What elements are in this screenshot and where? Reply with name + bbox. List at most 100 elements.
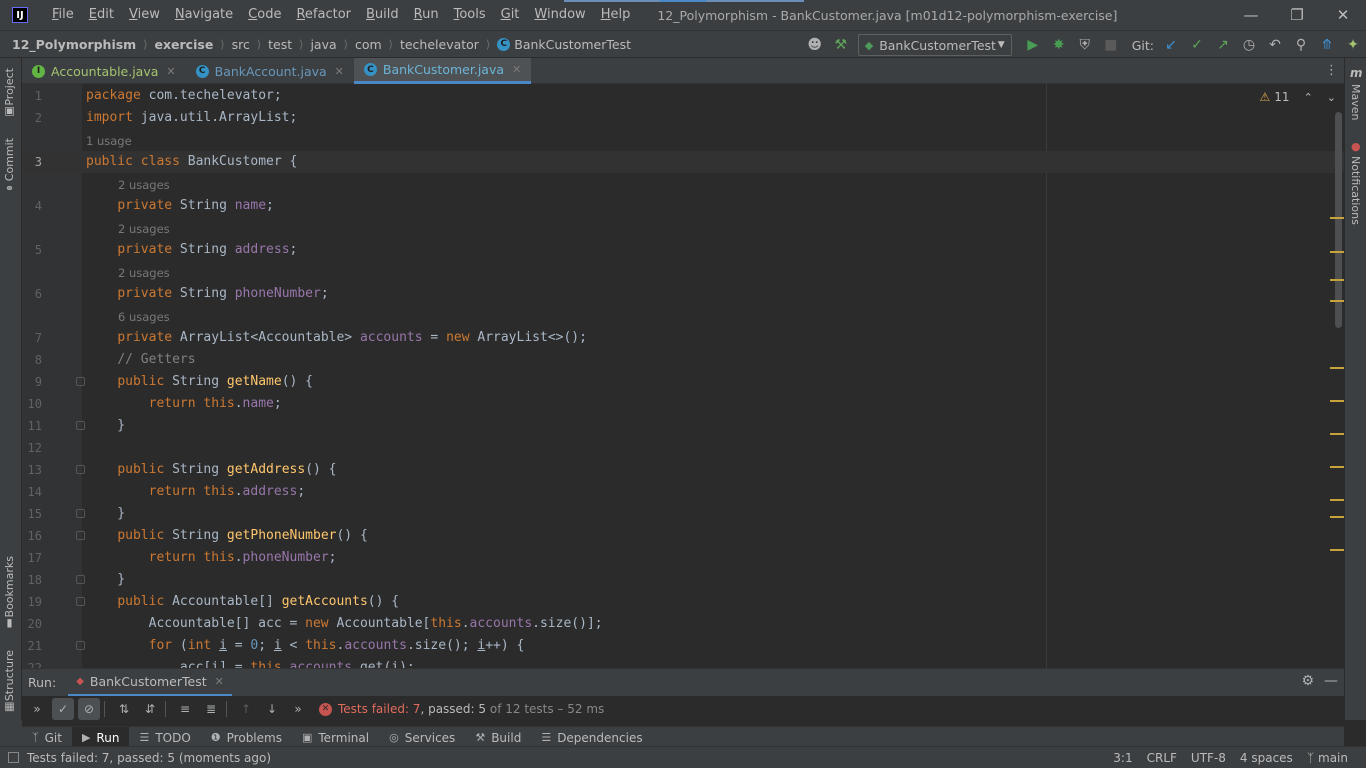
- close-icon[interactable]: ✕: [335, 65, 344, 78]
- code-line[interactable]: 10 return this.name;: [22, 393, 1344, 415]
- menu-code[interactable]: Code: [240, 0, 288, 30]
- breadcrumb-bankcustomertest[interactable]: BankCustomerTest: [514, 37, 631, 52]
- file-encoding[interactable]: UTF-8: [1191, 751, 1226, 765]
- code-line[interactable]: 19 public Accountable[] getAccounts() {: [22, 591, 1344, 613]
- warning-marker[interactable]: [1330, 279, 1344, 281]
- next-failed-test-icon[interactable]: ↓: [261, 698, 283, 720]
- menu-edit[interactable]: Edit: [81, 0, 121, 30]
- tab-bankcustomer[interactable]: C BankCustomer.java ✕: [353, 58, 532, 84]
- code-line[interactable]: 1 package com.techelevator;: [22, 85, 1344, 107]
- show-passed-icon[interactable]: ✓: [52, 698, 74, 720]
- breadcrumb-com[interactable]: com: [355, 37, 382, 52]
- hide-panel-icon[interactable]: —: [1324, 673, 1338, 689]
- menu-run[interactable]: Run: [406, 0, 446, 30]
- next-highlight-icon[interactable]: ⌄: [1327, 91, 1336, 104]
- gear-icon[interactable]: ⚙: [1301, 673, 1314, 689]
- close-icon[interactable]: ✕: [215, 675, 224, 688]
- indent-setting[interactable]: 4 spaces: [1240, 751, 1293, 765]
- user-account-icon[interactable]: ☻: [802, 32, 828, 58]
- rollback-icon[interactable]: ↶: [1262, 32, 1288, 58]
- warning-marker[interactable]: [1330, 466, 1344, 468]
- tab-accountable[interactable]: I Accountable.java ✕: [22, 58, 186, 84]
- run-configuration-select[interactable]: ◆ BankCustomerTest ▼: [857, 34, 1012, 56]
- code-line[interactable]: 22 acc[i] = this.accounts.get(i);: [22, 657, 1344, 668]
- git-push-icon[interactable]: ↗: [1210, 32, 1236, 58]
- more-icon[interactable]: »: [287, 698, 309, 720]
- fold-icon[interactable]: [76, 575, 85, 584]
- code-line[interactable]: 4 private String name;: [22, 195, 1344, 217]
- breadcrumb-project[interactable]: 12_Polymorphism: [12, 37, 136, 52]
- expand-toolbar-icon[interactable]: »: [26, 698, 48, 720]
- update-available-icon[interactable]: ⤊: [1314, 32, 1340, 58]
- previous-failed-test-icon[interactable]: ↑: [235, 698, 257, 720]
- code-line[interactable]: 16 public String getPhoneNumber() {: [22, 525, 1344, 547]
- debug-icon[interactable]: ✸: [1046, 32, 1072, 58]
- usage-hint[interactable]: 1 usage: [86, 130, 132, 152]
- expand-all-icon[interactable]: ≡: [174, 698, 196, 720]
- toggle-tool-windows-icon[interactable]: [8, 752, 19, 763]
- build-hammer-icon[interactable]: ⚒: [828, 32, 854, 58]
- minimize-icon[interactable]: —: [1228, 0, 1274, 30]
- tab-bankaccount[interactable]: C BankAccount.java ✕: [186, 58, 354, 84]
- code-line[interactable]: 2 import java.util.ArrayList;: [22, 107, 1344, 129]
- code-line[interactable]: 6 private String phoneNumber;: [22, 283, 1344, 305]
- code-line[interactable]: 7 private ArrayList<Accountable> account…: [22, 327, 1344, 349]
- coverage-icon[interactable]: ⛨: [1072, 32, 1098, 58]
- code-line[interactable]: 5 private String address;: [22, 239, 1344, 261]
- caret-position[interactable]: 3:1: [1113, 751, 1132, 765]
- commit-tool-tab[interactable]: ⚭ Commit: [3, 138, 16, 198]
- maven-tool-tab[interactable]: Maven: [1349, 84, 1362, 120]
- bookmarks-tool-tab[interactable]: ▮ Bookmarks: [3, 556, 16, 634]
- restore-icon[interactable]: ❐: [1274, 0, 1320, 30]
- editor-scrollbar[interactable]: [1335, 112, 1342, 328]
- code-line[interactable]: 14 return this.address;: [22, 481, 1344, 503]
- code-line[interactable]: 17 return this.phoneNumber;: [22, 547, 1344, 569]
- code-line[interactable]: 20 Accountable[] acc = new Accountable[t…: [22, 613, 1344, 635]
- warning-marker[interactable]: [1330, 516, 1344, 518]
- menu-file[interactable]: File: [44, 0, 81, 30]
- fold-icon[interactable]: [76, 509, 85, 518]
- usage-hint[interactable]: 2 usages: [118, 262, 170, 284]
- code-line[interactable]: 11 }: [22, 415, 1344, 437]
- status-message[interactable]: Tests failed: 7, passed: 5 (moments ago): [8, 751, 271, 765]
- previous-highlight-icon[interactable]: ⌃: [1304, 91, 1313, 104]
- usage-hint[interactable]: 2 usages: [118, 174, 170, 196]
- run-tab-bankcustomertest[interactable]: ◆ BankCustomerTest ✕: [68, 669, 232, 697]
- warning-marker[interactable]: [1330, 433, 1344, 435]
- menu-view[interactable]: View: [121, 0, 167, 30]
- breadcrumb-java[interactable]: java: [310, 37, 336, 52]
- search-icon[interactable]: ⚲: [1288, 32, 1314, 58]
- code-line[interactable]: 9 public String getName() {: [22, 371, 1344, 393]
- breadcrumb-exercise[interactable]: exercise: [155, 37, 214, 52]
- warning-marker[interactable]: [1330, 400, 1344, 402]
- fold-icon[interactable]: [76, 597, 85, 606]
- fold-icon[interactable]: [76, 421, 85, 430]
- git-branch-widget[interactable]: ᛉ main: [1307, 751, 1348, 765]
- close-window-icon[interactable]: ✕: [1320, 0, 1366, 30]
- fold-icon[interactable]: [76, 641, 85, 650]
- menu-tools[interactable]: Tools: [446, 0, 493, 30]
- menu-refactor[interactable]: Refactor: [288, 0, 358, 30]
- warning-marker[interactable]: [1330, 300, 1344, 302]
- code-editor[interactable]: 1 package com.techelevator; 2 import java.…: [22, 84, 1344, 668]
- close-icon[interactable]: ✕: [166, 65, 175, 78]
- code-line[interactable]: 21 for (int i = 0; i < this.accounts.siz…: [22, 635, 1344, 657]
- warning-marker[interactable]: [1330, 499, 1344, 501]
- warning-marker[interactable]: [1330, 251, 1344, 253]
- stop-icon[interactable]: ■: [1098, 32, 1124, 58]
- code-line[interactable]: 8 // Getters: [22, 349, 1344, 371]
- code-line[interactable]: 12: [22, 437, 1344, 459]
- code-line[interactable]: 15 }: [22, 503, 1344, 525]
- fold-icon[interactable]: [76, 377, 85, 386]
- code-line-current[interactable]: 3 public class BankCustomer {: [22, 151, 1344, 173]
- menu-git[interactable]: Git: [493, 0, 527, 30]
- project-tool-tab[interactable]: ▣ Project: [3, 68, 16, 123]
- sort-alphabetically-icon[interactable]: ⇅: [113, 698, 135, 720]
- git-commit-icon[interactable]: ✓: [1184, 32, 1210, 58]
- sort-by-duration-icon[interactable]: ⇵: [139, 698, 161, 720]
- history-icon[interactable]: ◷: [1236, 32, 1262, 58]
- breadcrumb-src[interactable]: src: [232, 37, 250, 52]
- more-tabs-icon[interactable]: ⋮: [1325, 63, 1338, 78]
- git-update-icon[interactable]: ↙: [1158, 32, 1184, 58]
- line-separator[interactable]: CRLF: [1147, 751, 1177, 765]
